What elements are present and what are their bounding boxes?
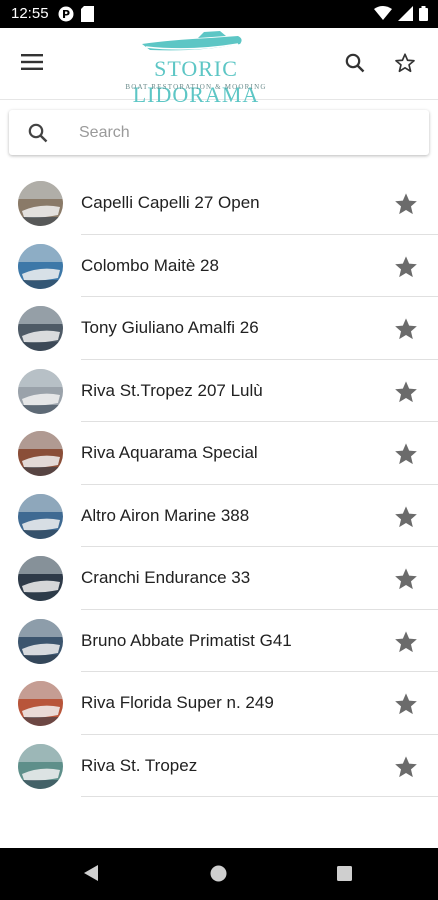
- app-notification-icon: P: [58, 6, 74, 27]
- favorite-star-icon[interactable]: [392, 503, 420, 531]
- favorite-star-icon[interactable]: [392, 753, 420, 781]
- search-bar: [9, 110, 429, 155]
- boat-name: Capelli Capelli 27 Open: [81, 193, 260, 212]
- boat-name: Riva St.Tropez 207 Lulù: [81, 380, 263, 400]
- favorite-star-icon[interactable]: [392, 315, 420, 343]
- star-outline-icon: [394, 52, 416, 79]
- boat-avatar: [18, 681, 63, 726]
- boat-avatar: [18, 181, 63, 226]
- list-divider: [81, 796, 438, 797]
- wifi-icon: [374, 6, 392, 26]
- boat-avatar: [18, 743, 63, 789]
- list-item[interactable]: Altro Airon Marine 388: [0, 485, 438, 547]
- favorite-star-icon[interactable]: [392, 253, 420, 281]
- recent-apps-icon[interactable]: [337, 866, 352, 886]
- boat-logo-icon: [142, 31, 242, 51]
- sd-card-icon: [81, 6, 94, 27]
- boat-name: Bruno Abbate Primatist G41: [81, 630, 292, 650]
- favorites-button[interactable]: [390, 50, 420, 80]
- list-item[interactable]: Colombo Maitè 28: [0, 235, 438, 297]
- boat-avatar: [18, 493, 63, 539]
- battery-icon: [419, 6, 428, 26]
- boat-name: Cranchi Endurance 33: [81, 568, 251, 587]
- boat-avatar: [18, 368, 63, 414]
- boat-list: Capelli Capelli 27 Open Colombo Maitè 28 T…: [0, 172, 438, 797]
- search-icon: [345, 53, 365, 78]
- boat-avatar: [18, 243, 63, 289]
- favorite-star-icon[interactable]: [392, 690, 420, 718]
- list-item[interactable]: Capelli Capelli 27 Open: [0, 172, 438, 235]
- logo-subtitle: BOAT RESTORATION & MOORING: [125, 83, 267, 91]
- list-item[interactable]: Cranchi Endurance 33: [0, 547, 438, 610]
- boat-name: Altro Airon Marine 388: [81, 505, 250, 525]
- cellular-signal-icon: [398, 6, 413, 26]
- search-input[interactable]: [69, 118, 409, 148]
- back-icon[interactable]: [82, 864, 100, 887]
- status-time: 12:55: [11, 5, 49, 22]
- search-button[interactable]: [340, 50, 370, 80]
- status-bar: 12:55 P: [0, 0, 438, 28]
- boat-avatar: [18, 306, 63, 351]
- favorite-star-icon[interactable]: [392, 378, 420, 406]
- app-bar: STORIC LIDORAMA BOAT RESTORATION & MOORI…: [0, 28, 438, 107]
- logo-title: STORIC LIDORAMA: [132, 56, 260, 107]
- list-item[interactable]: Riva St.Tropez 207 Lulù: [0, 360, 438, 422]
- list-item[interactable]: Riva Aquarama Special: [0, 422, 438, 485]
- favorite-star-icon[interactable]: [392, 565, 420, 593]
- list-item[interactable]: Riva Florida Super n. 249: [0, 672, 438, 735]
- status-left-icons: P: [58, 6, 94, 27]
- hamburger-menu-icon: [21, 53, 43, 75]
- boat-avatar: [18, 556, 63, 601]
- menu-button[interactable]: [16, 50, 48, 78]
- boat-avatar: [18, 618, 63, 664]
- app-logo: STORIC LIDORAMA BOAT RESTORATION & MOORI…: [96, 30, 296, 107]
- boat-name: Colombo Maitè 28: [81, 255, 219, 275]
- favorite-star-icon[interactable]: [392, 628, 420, 656]
- list-item[interactable]: Riva St. Tropez: [0, 735, 438, 797]
- home-icon[interactable]: [210, 865, 227, 887]
- system-nav-bar: [0, 848, 438, 900]
- list-item[interactable]: Tony Giuliano Amalfi 26: [0, 297, 438, 360]
- status-right-icons: [374, 6, 428, 26]
- favorite-star-icon[interactable]: [392, 190, 420, 218]
- boat-name: Riva St. Tropez: [81, 755, 198, 775]
- boat-avatar: [18, 431, 63, 476]
- search-icon: [27, 122, 49, 144]
- svg-text:P: P: [62, 8, 70, 21]
- favorite-star-icon[interactable]: [392, 440, 420, 468]
- boat-name: Tony Giuliano Amalfi 26: [81, 318, 259, 337]
- boat-name: Riva Florida Super n. 249: [81, 693, 274, 712]
- list-item[interactable]: Bruno Abbate Primatist G41: [0, 610, 438, 672]
- boat-name: Riva Aquarama Special: [81, 443, 258, 462]
